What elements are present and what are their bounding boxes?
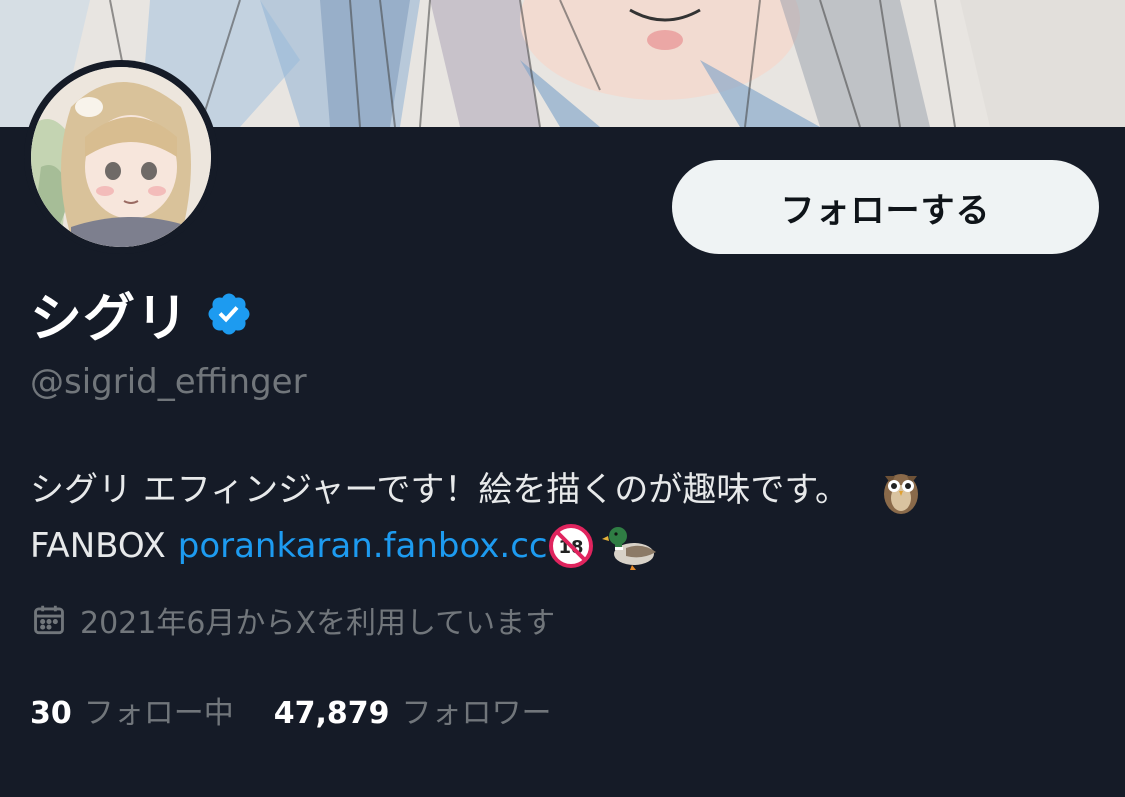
display-name: シグリ (30, 289, 190, 349)
profile-page: フォローする シグリ @sigrid_effinger シグリ エフィンジャーで… (0, 0, 1125, 797)
duck-icon (601, 520, 658, 572)
no-one-under-eighteen-icon: 18 (548, 523, 594, 569)
avatar[interactable] (24, 60, 218, 254)
followers-link[interactable]: 47,879 フォロワー (274, 688, 552, 732)
following-label: フォロー中 (83, 696, 234, 731)
owl-icon (879, 464, 923, 516)
avatar-image (31, 67, 211, 247)
following-count: 30 (30, 696, 72, 731)
user-handle: @sigrid_effinger (30, 362, 307, 402)
follow-stats: 30 フォロー中 47,879 フォロワー (30, 688, 552, 732)
bio-line-1: シグリ エフィンジャーです！絵を描くのが趣味です。 (30, 462, 1110, 518)
following-link[interactable]: 30 フォロー中 (30, 688, 234, 732)
joined-text: 2021年6月からXを利用しています (80, 606, 556, 641)
follow-button[interactable]: フォローする (672, 160, 1099, 254)
bio: シグリ エフィンジャーです！絵を描くのが趣味です。 FANBOX poranka… (30, 462, 1110, 574)
verified-badge-icon[interactable] (205, 290, 253, 338)
followers-count: 47,879 (273, 696, 390, 731)
joined-date: 2021年6月からXを利用しています (30, 598, 555, 642)
name-row: シグリ (30, 276, 253, 351)
followers-label: フォロワー (401, 696, 552, 731)
fanbox-link[interactable]: porankaran.fanbox.cc (178, 518, 548, 574)
fanbox-label: FANBOX (30, 526, 166, 566)
bio-line-2: FANBOX porankaran.fanbox.cc 18 (30, 518, 1110, 574)
bio-text: シグリ エフィンジャーです！絵を描くのが趣味です。 (30, 470, 849, 510)
calendar-icon (30, 601, 68, 639)
